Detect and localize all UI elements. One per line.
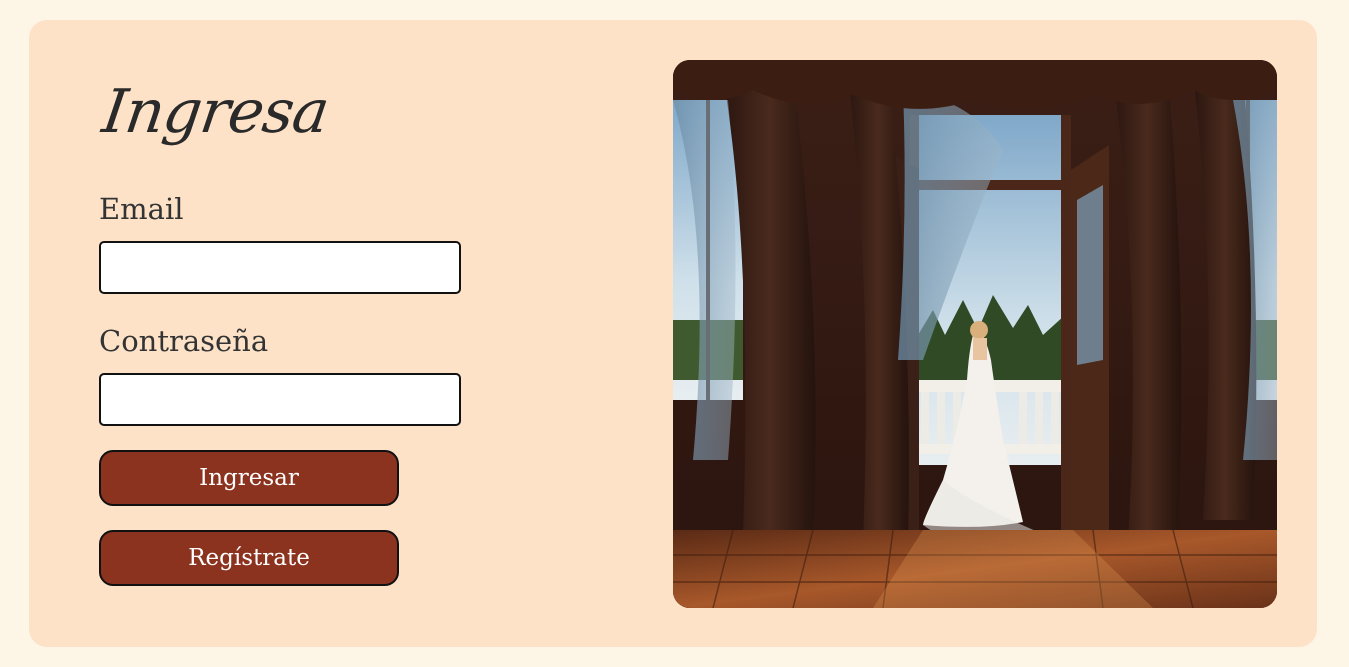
photo-illustration	[673, 60, 1277, 608]
page-title: Ingresa	[98, 77, 333, 147]
login-form: Ingresa Email Contraseña Ingresar Regíst…	[98, 77, 499, 586]
register-button[interactable]: Regístrate	[99, 530, 399, 586]
login-button[interactable]: Ingresar	[99, 450, 399, 506]
bride-at-balcony-doors-photo	[673, 60, 1277, 608]
email-label: Email	[99, 192, 184, 226]
email-field[interactable]	[99, 241, 461, 294]
password-field[interactable]	[99, 373, 461, 426]
login-card: Ingresa Email Contraseña Ingresar Regíst…	[29, 20, 1317, 647]
password-label: Contraseña	[99, 324, 269, 358]
